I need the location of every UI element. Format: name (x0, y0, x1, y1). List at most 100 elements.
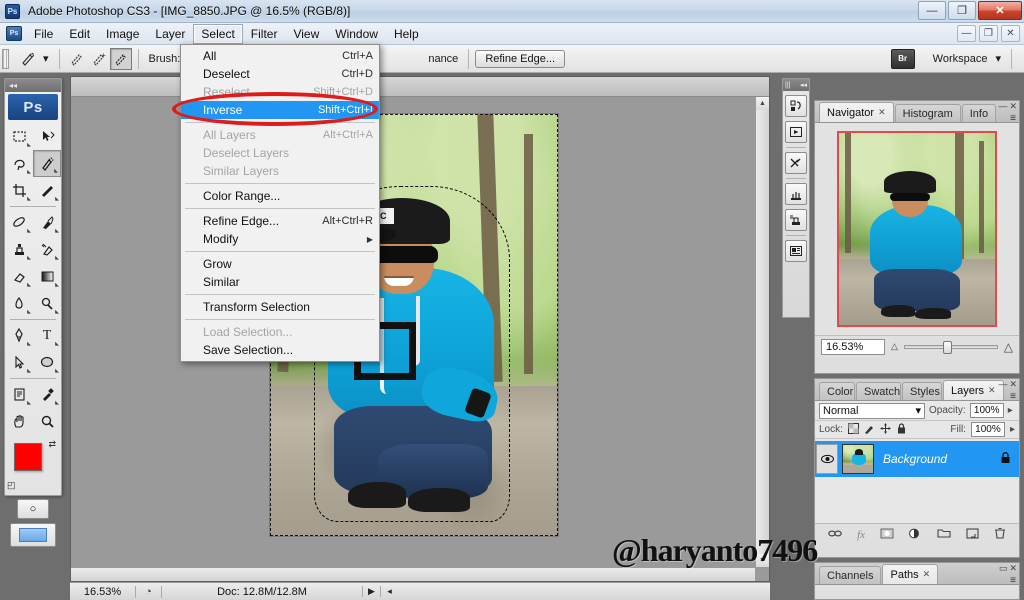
tool-history-brush[interactable]: ◣ (33, 236, 61, 263)
menu-view[interactable]: View (285, 24, 327, 44)
minimize-button[interactable]: — (918, 1, 946, 20)
options-bar-grip[interactable] (2, 48, 9, 69)
quick-selection-tool-icon[interactable] (17, 48, 39, 70)
tab-styles[interactable]: Styles (902, 382, 942, 400)
new-group-button[interactable] (937, 528, 951, 542)
close-button[interactable]: ✕ (978, 1, 1022, 20)
actions-panel-icon[interactable] (785, 121, 807, 143)
new-layer-button[interactable] (966, 527, 979, 542)
toolbox-collapse-icon[interactable]: ◂◂ (5, 79, 61, 92)
status-zoom-level[interactable]: 16.53% (70, 585, 136, 598)
layer-visibility-icon[interactable] (816, 444, 838, 474)
menu-item-similar[interactable]: Similar (181, 273, 379, 291)
fill-arrow-icon[interactable]: ▸ (1010, 424, 1015, 435)
restore-button[interactable]: ❐ (948, 1, 976, 20)
tool-lasso[interactable]: ◣ (5, 150, 33, 177)
tool-eyedropper[interactable]: ◣ (33, 381, 61, 408)
quick-mask-button[interactable]: ○ (17, 499, 49, 519)
tool-marquee[interactable]: ◣ (5, 123, 33, 150)
doc-restore-button[interactable]: ❐ (979, 25, 998, 42)
menu-item-deselect[interactable]: Deselect Ctrl+D (181, 65, 379, 83)
navigator-close-icon[interactable]: ✕ (1009, 101, 1017, 112)
dock-grip[interactable]: ||| ◂◂ (783, 79, 809, 91)
menu-item-modify[interactable]: Modify ▶ (181, 230, 379, 248)
tool-pen[interactable]: ◣ (5, 322, 33, 349)
navigator-minimize-icon[interactable]: — (998, 101, 1007, 112)
tab-layers[interactable]: Layers ✕ (943, 380, 1004, 400)
menu-item-inverse[interactable]: Inverse Shift+Ctrl+I (181, 101, 379, 119)
default-colors-icon[interactable]: ◰ (7, 480, 16, 491)
navigator-zoom-slider[interactable] (903, 340, 998, 354)
lock-transparency-icon[interactable] (847, 422, 859, 437)
bridge-icon[interactable]: Br (890, 48, 915, 69)
refine-edge-button[interactable]: Refine Edge... (475, 49, 566, 68)
menu-help[interactable]: Help (386, 24, 427, 44)
foreground-color-swatch[interactable] (14, 443, 42, 471)
delete-layer-button[interactable] (994, 527, 1006, 542)
opacity-arrow-icon[interactable]: ▸ (1008, 405, 1013, 416)
layers-close-icon[interactable]: ✕ (1009, 379, 1017, 390)
tool-eraser[interactable]: ◣ (5, 263, 33, 290)
doc-minimize-button[interactable]: — (957, 25, 976, 42)
tool-presets-panel-icon[interactable] (785, 152, 807, 174)
tab-layers-close-icon[interactable]: ✕ (988, 385, 996, 396)
tab-navigator[interactable]: Navigator ✕ (819, 102, 894, 122)
tool-gradient[interactable]: ◣ (33, 263, 61, 290)
tab-channels[interactable]: Channels (819, 566, 882, 584)
menu-item-color-range[interactable]: Color Range... (181, 187, 379, 205)
dock-collapse-icon[interactable]: ◂◂ (800, 81, 807, 89)
menu-item-refine-edge[interactable]: Refine Edge... Alt+Ctrl+R (181, 212, 379, 230)
tool-healing-brush[interactable]: ◣ (5, 209, 33, 236)
lock-all-icon[interactable] (896, 422, 907, 437)
tool-brush[interactable]: ◣ (33, 209, 61, 236)
navigator-zoom-slider-knob[interactable] (943, 340, 953, 354)
navigator-thumbnail-area[interactable] (815, 123, 1019, 335)
canvas-horizontal-scrollbar[interactable] (71, 567, 755, 581)
selection-mode-new-icon[interactable] (66, 48, 88, 70)
menu-image[interactable]: Image (98, 24, 147, 44)
layer-thumbnail[interactable] (842, 444, 874, 474)
status-scroll-arrow[interactable]: ◂ (380, 586, 398, 597)
chevron-down-icon[interactable]: ▾ (915, 404, 921, 417)
tool-clone-stamp[interactable]: ◣ (5, 236, 33, 263)
navigator-zoom-input[interactable]: 16.53% (821, 338, 885, 355)
history-panel-icon[interactable] (785, 95, 807, 117)
tab-swatches[interactable]: Swatch (856, 382, 901, 400)
menu-layer[interactable]: Layer (147, 24, 193, 44)
menu-edit[interactable]: Edit (61, 24, 98, 44)
zoom-out-icon[interactable]: △ (891, 341, 898, 352)
blend-mode-select[interactable]: Normal ▾ (819, 402, 925, 419)
tool-notes[interactable]: ◣ (5, 381, 33, 408)
link-layers-button[interactable] (828, 528, 843, 542)
scroll-up-arrow[interactable]: ▲ (756, 97, 769, 110)
layer-row-background[interactable]: Background (815, 441, 1019, 477)
fill-input[interactable]: 100% (970, 422, 1005, 437)
tool-type[interactable]: T ◣ (33, 322, 61, 349)
navigator-menu-icon[interactable]: ≡ (1010, 113, 1016, 124)
tool-blur[interactable]: ◣ (5, 290, 33, 317)
status-expand-arrow[interactable]: ▶ (362, 586, 380, 597)
adjustment-layer-button[interactable] (908, 528, 922, 542)
layers-menu-icon[interactable]: ≡ (1010, 391, 1016, 402)
workspace-label[interactable]: Workspace (933, 53, 988, 65)
channels-menu-icon[interactable]: ≡ (1010, 575, 1016, 586)
menu-select[interactable]: Select (193, 23, 243, 44)
canvas-vertical-scrollbar[interactable]: ▲ ▼ (755, 97, 769, 567)
tool-move[interactable] (33, 123, 61, 150)
character-panel-icon[interactable] (785, 240, 807, 262)
layers-minimize-icon[interactable]: — (998, 379, 1007, 390)
layer-mask-button[interactable] (880, 528, 894, 542)
menu-item-save-selection[interactable]: Save Selection... (181, 341, 379, 359)
swap-colors-icon[interactable]: ⇄ (48, 439, 56, 450)
layer-name[interactable]: Background (883, 452, 1000, 466)
channels-close-icon[interactable]: ✕ (1009, 563, 1017, 574)
workspace-arrow-icon[interactable]: ▾ (995, 52, 1001, 65)
channels-minimize-icon[interactable]: ▭ (999, 563, 1008, 574)
tab-paths-close-icon[interactable]: ✕ (923, 569, 931, 580)
tool-preset-arrow[interactable]: ▾ (43, 52, 49, 65)
tool-hand[interactable] (5, 408, 33, 435)
tool-dodge[interactable]: ◣ (33, 290, 61, 317)
opacity-input[interactable]: 100% (969, 403, 1004, 418)
menu-window[interactable]: Window (327, 24, 386, 44)
menu-filter[interactable]: Filter (243, 24, 286, 44)
